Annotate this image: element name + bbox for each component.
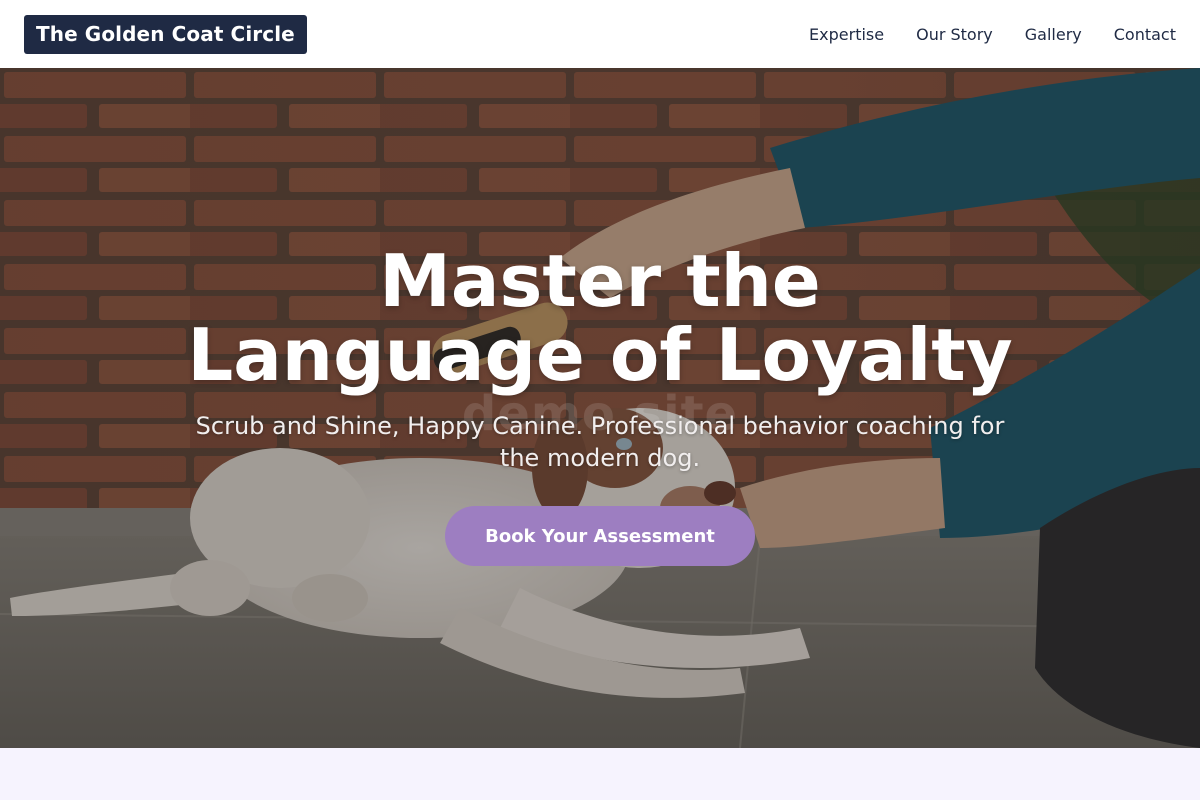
book-assessment-button[interactable]: Book Your Assessment	[445, 506, 755, 566]
hero-title-line-2: Language of Loyalty	[187, 313, 1013, 397]
hero-section: demo site Master the Language of Loyalty…	[0, 68, 1200, 748]
main-nav: Expertise Our Story Gallery Contact	[777, 25, 1176, 44]
site-header: The Golden Coat Circle Expertise Our Sto…	[0, 0, 1200, 68]
next-section	[0, 748, 1200, 800]
hero-title-line-1: Master the	[379, 239, 821, 323]
nav-link-our-story[interactable]: Our Story	[916, 25, 993, 44]
nav-link-gallery[interactable]: Gallery	[1025, 25, 1082, 44]
nav-link-contact[interactable]: Contact	[1114, 25, 1176, 44]
hero-title: Master the Language of Loyalty	[150, 244, 1050, 392]
nav-link-expertise[interactable]: Expertise	[809, 25, 884, 44]
brand-logo[interactable]: The Golden Coat Circle	[24, 14, 307, 54]
hero-subtitle: Scrub and Shine, Happy Canine. Professio…	[195, 412, 1005, 472]
hero-content: Master the Language of Loyalty Scrub and…	[0, 68, 1200, 748]
